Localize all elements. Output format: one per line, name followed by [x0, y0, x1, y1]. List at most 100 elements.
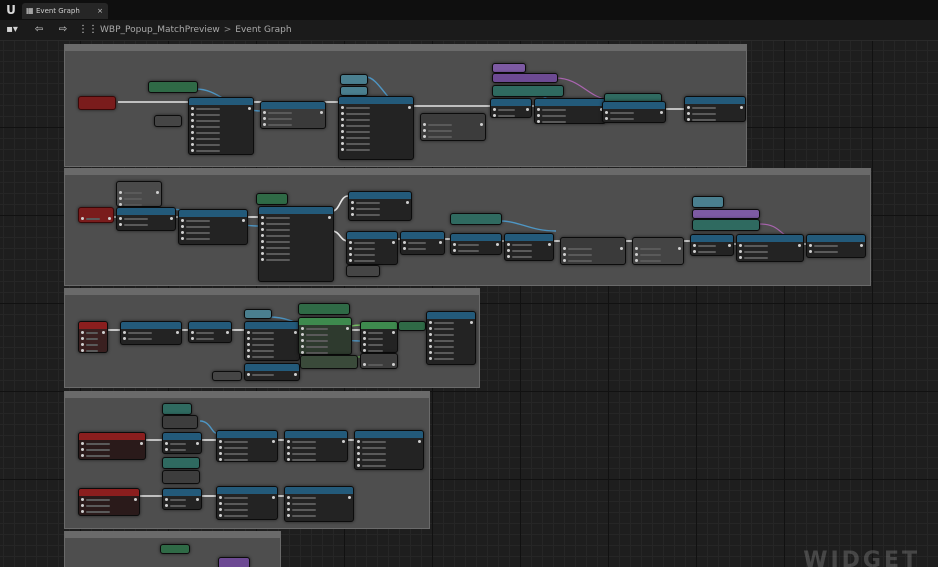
node-pin[interactable]	[191, 337, 194, 340]
function-node[interactable]	[116, 207, 176, 231]
node-pin[interactable]	[81, 331, 84, 334]
node-pin[interactable]	[301, 327, 304, 330]
function-node[interactable]	[690, 234, 734, 256]
node-pin[interactable]	[357, 440, 360, 443]
node-output-pin[interactable]	[406, 201, 409, 204]
node-output-pin[interactable]	[392, 241, 395, 244]
node-pin[interactable]	[341, 148, 344, 151]
node-pin[interactable]	[263, 111, 266, 114]
node-pin[interactable]	[341, 136, 344, 139]
node-pin[interactable]	[219, 514, 222, 517]
node-pin[interactable]	[349, 259, 352, 262]
node-pin[interactable]	[247, 349, 250, 352]
node-pin[interactable]	[363, 363, 366, 366]
function-node[interactable]	[188, 97, 254, 155]
function-node[interactable]	[632, 237, 684, 265]
node-pin[interactable]	[423, 135, 426, 138]
node-output-pin[interactable]	[272, 440, 275, 443]
event-node[interactable]	[78, 488, 140, 516]
node-pin[interactable]	[363, 331, 366, 334]
function-node[interactable]	[284, 430, 348, 462]
node-output-pin[interactable]	[418, 440, 421, 443]
node-pin[interactable]	[123, 337, 126, 340]
reroute-node[interactable]	[162, 470, 200, 484]
node-output-pin[interactable]	[196, 442, 199, 445]
node-pin[interactable]	[809, 250, 812, 253]
node-pin[interactable]	[81, 510, 84, 513]
node-pin[interactable]	[507, 243, 510, 246]
function-node[interactable]	[244, 363, 300, 381]
function-node[interactable]	[560, 237, 626, 265]
function-node[interactable]	[400, 231, 445, 255]
node-pin[interactable]	[687, 118, 690, 121]
node-pin[interactable]	[165, 504, 168, 507]
macro-node[interactable]	[492, 73, 558, 83]
function-node[interactable]	[684, 96, 746, 122]
node-pin[interactable]	[301, 345, 304, 348]
function-node[interactable]	[348, 191, 412, 221]
node-output-pin[interactable]	[242, 219, 245, 222]
blueprint-icon[interactable]: ▪▾	[4, 22, 20, 38]
node-pin[interactable]	[507, 255, 510, 258]
node-pin[interactable]	[341, 106, 344, 109]
node-pin[interactable]	[261, 240, 264, 243]
node-pin[interactable]	[693, 250, 696, 253]
node-pin[interactable]	[429, 321, 432, 324]
node-output-pin[interactable]	[439, 241, 442, 244]
node-pin[interactable]	[423, 129, 426, 132]
variable-node[interactable]	[148, 81, 198, 93]
node-pin[interactable]	[739, 250, 742, 253]
node-pin[interactable]	[181, 231, 184, 234]
node-pin[interactable]	[219, 508, 222, 511]
node-pin[interactable]	[119, 217, 122, 220]
variable-node[interactable]	[340, 74, 368, 85]
node-pin[interactable]	[429, 339, 432, 342]
breadcrumb-item-event-graph[interactable]: Event Graph	[235, 25, 291, 35]
node-pin[interactable]	[119, 197, 122, 200]
node-pin[interactable]	[261, 234, 264, 237]
node-output-pin[interactable]	[320, 111, 323, 114]
node-pin[interactable]	[351, 213, 354, 216]
node-output-pin[interactable]	[272, 496, 275, 499]
node-pin[interactable]	[341, 142, 344, 145]
function-node[interactable]	[284, 486, 354, 522]
node-pin[interactable]	[739, 256, 742, 259]
node-pin[interactable]	[287, 508, 290, 511]
node-pin[interactable]	[507, 249, 510, 252]
node-output-pin[interactable]	[156, 191, 159, 194]
node-pin[interactable]	[429, 351, 432, 354]
node-pin[interactable]	[287, 514, 290, 517]
variable-node[interactable]	[256, 193, 288, 205]
function-node[interactable]	[120, 321, 182, 345]
node-pin[interactable]	[349, 253, 352, 256]
node-pin[interactable]	[287, 452, 290, 455]
node-pin[interactable]	[537, 114, 540, 117]
node-pin[interactable]	[81, 349, 84, 352]
node-pin[interactable]	[247, 331, 250, 334]
node-output-pin[interactable]	[798, 244, 801, 247]
event-graph-canvas[interactable]: WIDGET	[0, 41, 938, 567]
node-pin[interactable]	[349, 247, 352, 250]
node-pin[interactable]	[429, 345, 432, 348]
node-pin[interactable]	[191, 119, 194, 122]
node-pin[interactable]	[247, 355, 250, 358]
node-pin[interactable]	[165, 448, 168, 451]
node-pin[interactable]	[563, 247, 566, 250]
node-pin[interactable]	[81, 217, 84, 220]
node-pin[interactable]	[341, 130, 344, 133]
node-output-pin[interactable]	[328, 216, 331, 219]
variable-node[interactable]	[162, 403, 192, 415]
node-pin[interactable]	[563, 253, 566, 256]
node-pin[interactable]	[191, 107, 194, 110]
node-pin[interactable]	[537, 120, 540, 123]
reroute-node[interactable]	[162, 415, 198, 429]
function-node[interactable]	[360, 353, 398, 369]
node-pin[interactable]	[693, 244, 696, 247]
node-pin[interactable]	[123, 331, 126, 334]
node-pin[interactable]	[341, 112, 344, 115]
node-pin[interactable]	[351, 201, 354, 204]
node-pin[interactable]	[605, 117, 608, 120]
node-pin[interactable]	[191, 143, 194, 146]
variable-node[interactable]	[244, 309, 272, 319]
node-pin[interactable]	[181, 219, 184, 222]
